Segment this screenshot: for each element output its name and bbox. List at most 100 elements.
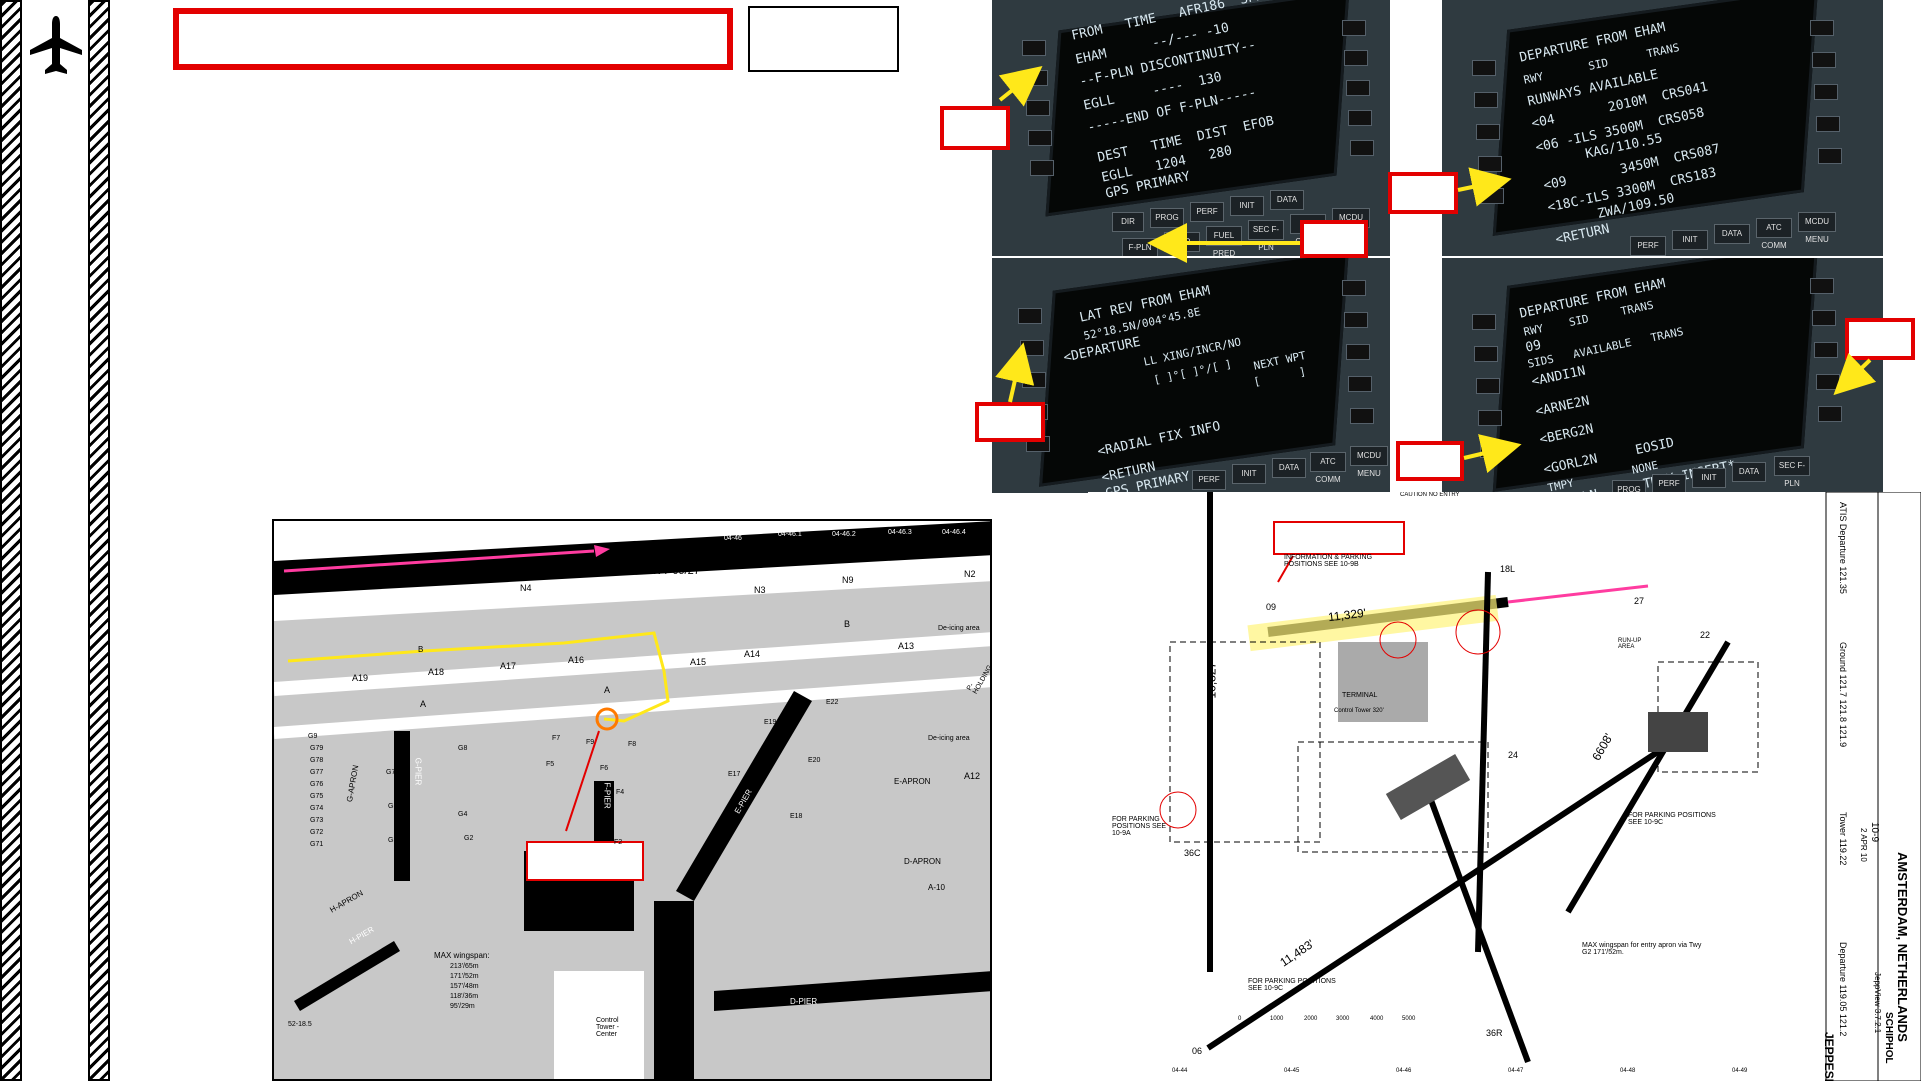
- init-key[interactable]: INIT: [1230, 196, 1264, 216]
- line-select-key[interactable]: [1350, 140, 1374, 156]
- line-select-key[interactable]: [1478, 410, 1502, 426]
- freq-ground: Ground 121.7 121.8 121.9: [1838, 642, 1848, 748]
- stand-label: F6: [600, 765, 609, 772]
- airport-diagram-drawing: [1088, 492, 1921, 1081]
- line-select-key[interactable]: [1810, 20, 1834, 36]
- line-select-key[interactable]: [1024, 70, 1048, 86]
- line-select-key[interactable]: [1030, 160, 1054, 176]
- line-select-key[interactable]: [1348, 376, 1372, 392]
- runway-length: 10,827': [1204, 659, 1219, 699]
- line-select-key[interactable]: [1818, 148, 1842, 164]
- init-key[interactable]: INIT: [1672, 230, 1708, 250]
- tick-label: 04-46: [724, 535, 742, 542]
- taxiway-label: N3: [754, 585, 766, 595]
- perf-key[interactable]: PERF: [1190, 202, 1224, 222]
- f-pln-key[interactable]: F-PLN: [1122, 238, 1158, 256]
- runway-label: 24: [1508, 750, 1519, 760]
- stand-label: E18: [790, 813, 803, 820]
- line-select-key[interactable]: [1812, 52, 1836, 68]
- data-key[interactable]: DATA: [1732, 462, 1766, 482]
- perf-key[interactable]: PERF: [1652, 474, 1686, 494]
- stand-label: G72: [310, 829, 324, 836]
- line-select-key[interactable]: [1480, 442, 1504, 458]
- data-key[interactable]: DATA: [1714, 224, 1750, 244]
- stand-label: G7: [386, 769, 396, 776]
- mcdu-menu-key[interactable]: MCDU MENU: [1798, 212, 1836, 244]
- perf-key[interactable]: PERF: [1192, 470, 1226, 490]
- line-select-key[interactable]: [1344, 50, 1368, 66]
- lat-label: 52-19: [290, 573, 308, 580]
- title-placeholder-box: [173, 8, 733, 70]
- init-key[interactable]: INIT: [1232, 464, 1266, 484]
- area-label: E-APRON: [894, 777, 931, 786]
- prog-key[interactable]: PROG: [1150, 208, 1184, 228]
- line-select-key[interactable]: [1480, 188, 1504, 204]
- line-select-key[interactable]: [1818, 406, 1842, 422]
- taxiway-label: A17: [500, 661, 517, 671]
- line-select-key[interactable]: [1476, 378, 1500, 394]
- line-select-key[interactable]: [1350, 408, 1374, 424]
- sec-f-pln-key[interactable]: SEC F-PLN: [1774, 456, 1810, 488]
- dir-key[interactable]: DIR: [1112, 212, 1144, 232]
- stand-label: E22: [826, 699, 839, 706]
- line-select-key[interactable]: [1816, 116, 1840, 132]
- line-select-key[interactable]: [1474, 92, 1498, 108]
- line-select-key[interactable]: [1022, 40, 1046, 56]
- line-select-key[interactable]: [1346, 80, 1370, 96]
- stand-label: E20: [808, 757, 821, 764]
- line-select-key[interactable]: [1028, 130, 1052, 146]
- data-key[interactable]: DATA: [1272, 458, 1306, 478]
- perf-key[interactable]: PERF: [1630, 236, 1666, 256]
- line-select-key[interactable]: [1478, 156, 1502, 172]
- runway-label: 36R: [1486, 1028, 1503, 1038]
- line-select-key[interactable]: [1344, 312, 1368, 328]
- line-select-key[interactable]: [1816, 374, 1840, 390]
- atc-comm-key[interactable]: ATC COMM: [1310, 452, 1346, 484]
- line-select-key[interactable]: [1472, 60, 1496, 76]
- line-select-key[interactable]: [1348, 110, 1372, 126]
- wingspan-item: 118'/36m: [450, 993, 479, 1000]
- line-select-key[interactable]: [1346, 344, 1370, 360]
- rad-nav-key[interactable]: RAD NAV: [1164, 232, 1200, 256]
- line-select-key[interactable]: [1812, 310, 1836, 326]
- bottom-tick: 04-49: [1732, 1068, 1748, 1074]
- line-select-key[interactable]: [1342, 20, 1366, 36]
- taxi-chart: RWY 09/27 52-19 52-18.5 04-45.2 04-45.3 …: [272, 519, 992, 1081]
- chart-note: Control Tower 320': [1334, 708, 1384, 714]
- stand-label: G3: [388, 837, 398, 844]
- side-placeholder-box: [748, 6, 899, 72]
- line-select-key[interactable]: [1814, 84, 1838, 100]
- line-select-key[interactable]: [1472, 314, 1496, 330]
- line-select-key[interactable]: [1026, 100, 1050, 116]
- data-key[interactable]: DATA: [1270, 190, 1304, 210]
- chart-note: RUN-UP AREA: [1618, 638, 1642, 650]
- line-select-key[interactable]: [1810, 278, 1834, 294]
- area-label: De-icing area: [938, 625, 980, 632]
- line-select-key[interactable]: [1018, 308, 1042, 324]
- chart-brand: JEPPESEN: [1822, 1032, 1836, 1081]
- line-select-key[interactable]: [1814, 342, 1838, 358]
- line-select-key[interactable]: [1474, 346, 1498, 362]
- line-select-key[interactable]: [1022, 372, 1046, 388]
- stand-label: G71: [310, 841, 324, 848]
- airplane-icon: [30, 16, 82, 74]
- sec-f-pln-key[interactable]: SEC F-PLN: [1248, 220, 1284, 252]
- tick-label: 04-45.8: [614, 531, 638, 538]
- line-select-key[interactable]: [1342, 280, 1366, 296]
- init-key[interactable]: INIT: [1692, 468, 1726, 488]
- taxiway-label: A16: [568, 655, 585, 665]
- line-select-key[interactable]: [1476, 124, 1500, 140]
- taxi-chart-drawing: [274, 521, 990, 1079]
- stand-label: E17: [728, 771, 741, 778]
- stand-label: G77: [310, 769, 324, 776]
- atc-comm-key[interactable]: ATC COMM: [1756, 218, 1792, 250]
- taxiway-label: A15: [690, 657, 707, 667]
- annotation-box: [1396, 441, 1464, 481]
- fuel-pred-key[interactable]: FUEL PRED: [1206, 226, 1242, 256]
- chart-note: CAUTION NO ENTRY: [1400, 492, 1460, 498]
- stand-label: G75: [310, 793, 324, 800]
- stand-label: G4: [458, 811, 468, 818]
- chart-number: 10-9: [1869, 822, 1880, 843]
- line-select-key[interactable]: [1020, 340, 1044, 356]
- mcdu-menu-key[interactable]: MCDU MENU: [1350, 446, 1388, 478]
